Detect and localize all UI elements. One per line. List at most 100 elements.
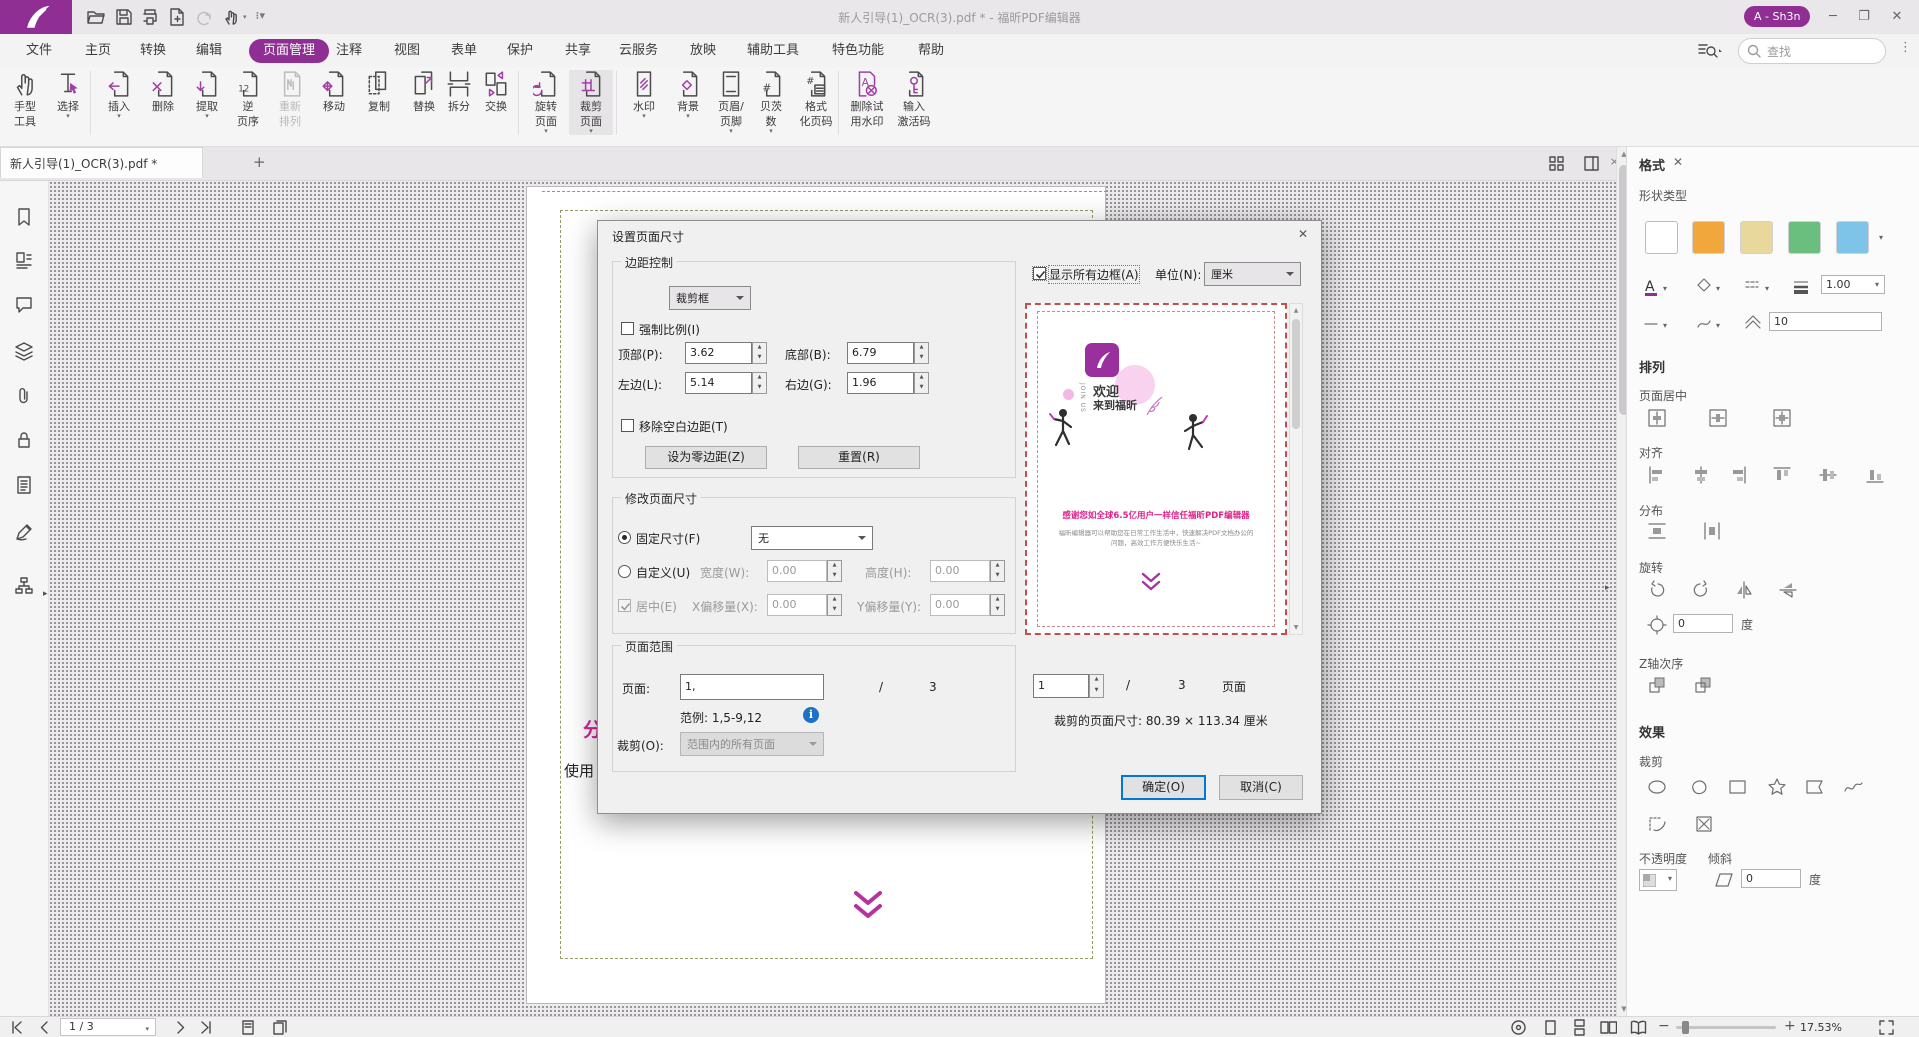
flip-vertical-icon[interactable] (1778, 580, 1798, 600)
stroke-width-input[interactable]: 1.00▾ (1821, 275, 1885, 294)
ribbon-watermark[interactable]: 水印▾ (622, 70, 666, 120)
font-color-dropdown[interactable]: A▾ (1640, 273, 1678, 301)
show-borders-label[interactable]: 显示所有边框(A) (1049, 266, 1139, 283)
ribbon-bates-numbering[interactable]: # 贝茨数▾ (749, 70, 793, 135)
remove-white-margins-checkbox[interactable] (621, 419, 634, 432)
swatch-white[interactable] (1645, 221, 1678, 254)
ribbon-activation-code[interactable]: 输入激活码 (891, 70, 937, 128)
user-account-badge[interactable]: A - Sh3n (1744, 6, 1810, 27)
crop-remove-icon[interactable] (1694, 814, 1716, 834)
layers-icon[interactable] (14, 341, 34, 361)
read-mode-icon[interactable] (1510, 1019, 1527, 1036)
ribbon-reverse-pages[interactable]: 12 逆页序 (226, 70, 270, 128)
security-icon[interactable] (14, 430, 34, 450)
sidebar-expand-arrow-icon[interactable]: ▸ (43, 589, 48, 599)
crop-ellipse-icon[interactable] (1647, 777, 1669, 797)
menu-view[interactable]: 视图 (388, 41, 426, 61)
ribbon-rotate-pages[interactable]: 旋转页面▾ (524, 70, 568, 135)
ribbon-insert-pages[interactable]: 插入▾ (97, 70, 141, 120)
flip-horizontal-icon[interactable] (1734, 580, 1754, 600)
top-margin-input[interactable]: 3.62 (685, 342, 752, 364)
corner-radius-input[interactable]: 10 (1769, 312, 1882, 331)
menu-page-management[interactable]: 页面管理 (249, 39, 329, 63)
reset-button[interactable]: 重置(R) (798, 446, 920, 469)
menu-features[interactable]: 特色功能 (826, 41, 890, 61)
crop-star-icon[interactable] (1766, 777, 1788, 797)
maximize-button[interactable]: ❐ (1851, 4, 1877, 30)
right-margin-spinner[interactable]: ▲▼ (914, 372, 929, 394)
menu-form[interactable]: 表单 (445, 41, 483, 61)
signature-icon[interactable] (14, 522, 34, 542)
crop-wave-icon[interactable] (1843, 777, 1865, 797)
distribute-horizontal-icon[interactable] (1702, 521, 1722, 541)
page-number-dropdown[interactable]: 1 / 3 ▾ (60, 1018, 156, 1036)
menu-comment[interactable]: 注释 (330, 41, 368, 61)
tab-grid-view-icon[interactable] (1548, 155, 1566, 173)
comments-icon[interactable] (14, 295, 34, 315)
pages-input[interactable]: 1, (680, 674, 824, 700)
crop-banner-icon[interactable] (1804, 777, 1826, 797)
search-box[interactable]: 查找 (1738, 38, 1886, 64)
zero-margins-button[interactable]: 设为零边距(Z) (645, 446, 767, 469)
swatch-green[interactable] (1788, 221, 1821, 254)
swatch-blue[interactable] (1836, 221, 1869, 254)
page-thumbnails-icon[interactable] (14, 251, 34, 271)
align-top-icon[interactable] (1772, 465, 1792, 485)
ribbon-crop-pages[interactable]: 裁剪页面▾ (569, 70, 613, 135)
constrain-checkbox[interactable] (621, 322, 634, 335)
ribbon-delete-pages[interactable]: 删除 (141, 70, 185, 113)
left-margin-spinner[interactable]: ▲▼ (752, 372, 767, 394)
ribbon-select-tool[interactable]: 选择▾ (46, 70, 90, 120)
ribbon-header-footer[interactable]: 页眉/页脚▾ (709, 70, 753, 135)
skew-icon[interactable] (1713, 871, 1735, 889)
menu-convert[interactable]: 转换 (134, 41, 172, 61)
opacity-dropdown[interactable]: ▾ (1639, 869, 1677, 891)
first-page-icon[interactable] (8, 1019, 25, 1036)
crop-freeform-icon[interactable] (1647, 814, 1669, 834)
facing-view-icon[interactable] (1600, 1019, 1617, 1036)
menu-edit[interactable]: 编辑 (190, 41, 228, 61)
menu-help[interactable]: 帮助 (912, 41, 950, 61)
bring-forward-icon[interactable] (1647, 675, 1669, 697)
ribbon-format-page-numbers[interactable]: # 格式化页码 (794, 70, 838, 128)
align-bottom-icon[interactable] (1865, 465, 1885, 485)
align-center-h-icon[interactable] (1691, 465, 1711, 485)
swatch-more-caret-icon[interactable]: ▾ (1879, 233, 1883, 242)
swatch-tan[interactable] (1740, 221, 1773, 254)
preview-scrollbar-thumb[interactable] (1292, 319, 1300, 429)
fixed-size-radio[interactable] (618, 531, 631, 544)
ribbon-background[interactable]: 背景▾ (666, 70, 710, 120)
zoom-percent[interactable]: 17.53% (1800, 1021, 1842, 1034)
fixed-size-dropdown[interactable]: 无 (751, 526, 873, 550)
continuous-view-icon[interactable] (1571, 1019, 1588, 1036)
line-weight-icon[interactable] (1790, 273, 1814, 301)
zoom-slider-thumb[interactable] (1682, 1021, 1689, 1034)
show-borders-checkbox[interactable] (1033, 267, 1046, 280)
align-left-icon[interactable] (1647, 465, 1667, 485)
rotate-left-icon[interactable] (1647, 580, 1667, 600)
destinations-icon[interactable] (14, 576, 34, 596)
swatch-orange[interactable] (1692, 221, 1725, 254)
crop-blob-icon[interactable] (1689, 777, 1711, 797)
ribbon-extract-pages[interactable]: 提取▾ (185, 70, 229, 120)
menu-cloud[interactable]: 云服务 (613, 41, 664, 61)
align-right-icon[interactable] (1728, 465, 1748, 485)
next-page-icon[interactable] (172, 1019, 189, 1036)
align-middle-v-icon[interactable] (1818, 465, 1838, 485)
preview-page-spinner[interactable]: ▲▼ (1089, 674, 1104, 698)
attachments-icon[interactable] (14, 386, 34, 406)
preview-scrollbar[interactable]: ▲ ▼ (1289, 303, 1303, 635)
last-page-icon[interactable] (198, 1019, 215, 1036)
dialog-close-icon[interactable]: ✕ (1298, 227, 1308, 241)
corner-style-icon[interactable] (1742, 310, 1768, 338)
skew-input[interactable]: 0 (1741, 869, 1801, 888)
zoom-slider-track[interactable] (1676, 1026, 1776, 1029)
menu-accessibility[interactable]: 辅助工具 (741, 41, 805, 61)
bottom-margin-input[interactable]: 6.79 (847, 342, 914, 364)
menu-file[interactable]: 文件 (20, 41, 58, 61)
ok-button[interactable]: 确定(O) (1121, 775, 1206, 800)
close-button[interactable]: ✕ (1884, 4, 1910, 30)
center-vertical-icon[interactable] (1708, 408, 1728, 428)
cancel-button[interactable]: 取消(C) (1219, 775, 1303, 800)
minimize-button[interactable]: ─ (1820, 4, 1846, 30)
